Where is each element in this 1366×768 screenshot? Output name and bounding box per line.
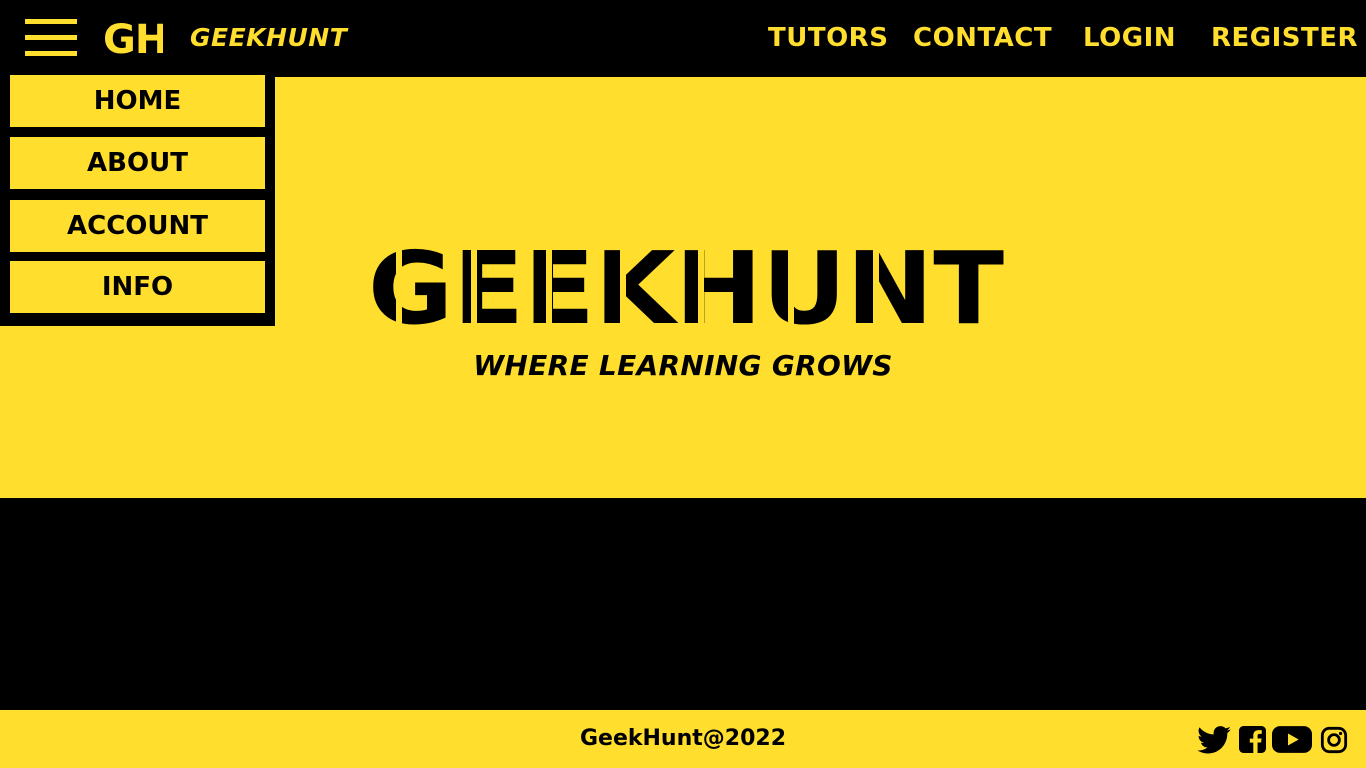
svg-text:GH: GH (103, 20, 163, 56)
brand-name[interactable]: GEEKHUNT (190, 22, 347, 54)
gh-logo[interactable]: GH (103, 20, 163, 56)
svg-text:GEEKHUNT: GEEKHUNT (368, 239, 1004, 329)
facebook-icon[interactable] (1239, 726, 1266, 753)
nav-link-tutors[interactable]: TUTORS (768, 22, 888, 54)
twitter-icon[interactable] (1197, 726, 1231, 754)
nav-link-register[interactable]: REGISTER (1211, 22, 1358, 54)
menu-item-info[interactable]: INFO (10, 261, 265, 313)
copyright-text: GeekHunt@2022 (579, 726, 786, 751)
hero-title: GEEKHUNT (368, 239, 1004, 329)
nav-link-contact[interactable]: CONTACT (913, 22, 1052, 54)
footer: GeekHunt@2022 (0, 710, 1366, 768)
menu-item-about[interactable]: ABOUT (10, 137, 265, 189)
youtube-icon[interactable] (1272, 726, 1312, 753)
menu-item-home[interactable]: HOME (10, 75, 265, 127)
side-dropdown-menu: HOME ABOUT ACCOUNT INFO (0, 65, 275, 326)
hero-tagline: WHERE LEARNING GROWS (473, 349, 893, 382)
hamburger-menu-icon[interactable] (25, 19, 77, 57)
nav-link-login[interactable]: LOGIN (1083, 22, 1176, 54)
menu-item-account[interactable]: ACCOUNT (10, 200, 265, 252)
instagram-icon[interactable] (1320, 726, 1348, 754)
